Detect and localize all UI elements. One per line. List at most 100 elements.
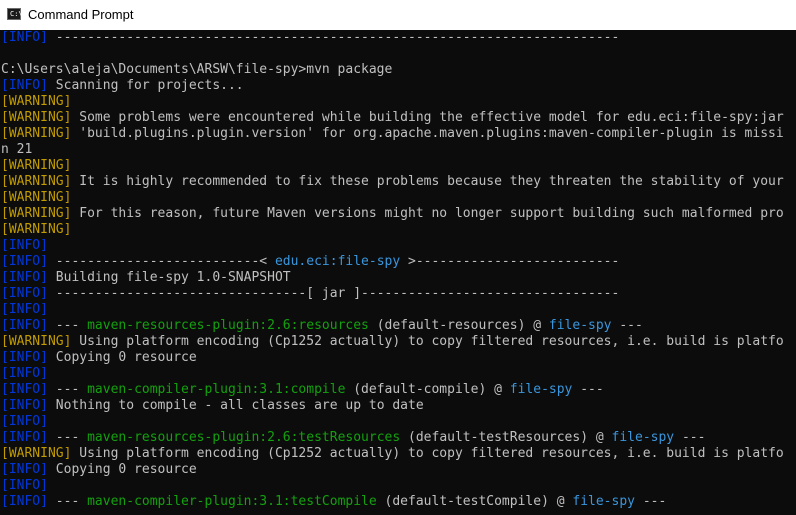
console-text-segment: ] xyxy=(40,238,48,253)
console-line: n 21 xyxy=(0,142,796,158)
console-text-segment: [ xyxy=(1,366,9,381)
console-text-segment: file-spy xyxy=(572,494,635,509)
console-line: C:\Users\aleja\Documents\ARSW\file-spy>m… xyxy=(0,62,796,78)
console-text-segment: ----------------------------------------… xyxy=(47,30,620,45)
console-text-segment: ] xyxy=(40,318,48,333)
console-text-segment: INFO xyxy=(8,430,41,445)
console-text-segment: [WARNING] xyxy=(1,222,72,237)
console-text-segment: ] xyxy=(40,350,48,365)
console-text-segment: [ xyxy=(1,286,9,301)
console-text-segment: [ xyxy=(1,398,9,413)
console-line: [WARNING] Some problems were encountered… xyxy=(0,110,796,126)
console-text-segment: ] xyxy=(40,286,48,301)
console-text-segment: INFO xyxy=(8,238,41,253)
console-text-segment: ] xyxy=(40,382,48,397)
console-text-segment: INFO xyxy=(8,78,41,93)
console-line: [INFO] Nothing to compile - all classes … xyxy=(0,398,796,414)
console-text-segment: ] xyxy=(40,366,48,381)
console-text-segment: --- xyxy=(635,494,667,509)
console-line: [INFO] Scanning for projects... xyxy=(0,78,796,94)
console-line: [INFO] xyxy=(0,366,796,382)
console-text-segment: maven-resources-plugin:2.6:testResources xyxy=(87,430,401,445)
console-text-segment: [ xyxy=(1,270,9,285)
console-text-segment: Building file-spy 1.0-SNAPSHOT xyxy=(47,270,291,285)
console-text-segment: (default-resources) @ xyxy=(368,318,549,333)
console-line: [WARNING] xyxy=(0,158,796,174)
console-text-segment: INFO xyxy=(8,414,41,429)
console-text-segment: --- xyxy=(47,318,88,333)
console-text-segment: [ xyxy=(1,382,9,397)
console-text-segment: ] xyxy=(40,430,48,445)
console-line: [WARNING] Using platform encoding (Cp125… xyxy=(0,334,796,350)
console-line: [INFO] xyxy=(0,414,796,430)
console-text-segment: 'build.plugins.plugin.version' for org.a… xyxy=(71,126,784,141)
console-text-segment: Using platform encoding (Cp1252 actually… xyxy=(71,334,784,349)
console-text-segment: [WARNING] xyxy=(1,158,72,173)
console-text-segment: (default-compile) @ xyxy=(345,382,510,397)
console-text-segment: (default-testCompile) @ xyxy=(376,494,573,509)
console-text-segment: Scanning for projects... xyxy=(47,78,244,93)
console-text-segment: [ xyxy=(1,414,9,429)
console-text-segment: Copying 0 resource xyxy=(47,462,197,477)
console-text-segment: --------------------------< xyxy=(47,254,275,269)
console-output[interactable]: [INFO] ---------------------------------… xyxy=(0,30,796,515)
console-text-segment: --- xyxy=(47,494,88,509)
console-text-segment: ] xyxy=(40,478,48,493)
console-text-segment: file-spy xyxy=(509,382,573,397)
console-text-segment: INFO xyxy=(8,318,41,333)
console-line: [WARNING] xyxy=(0,190,796,206)
console-text-segment: ] xyxy=(40,30,48,45)
console-text-segment: --- xyxy=(674,430,706,445)
console-text-segment: [ xyxy=(1,302,9,317)
console-line: [INFO] --- maven-resources-plugin:2.6:re… xyxy=(0,318,796,334)
console-text-segment: It is highly recommended to fix these pr… xyxy=(71,174,784,189)
console-line: [INFO] xyxy=(0,478,796,494)
console-text-segment: >-------------------------- xyxy=(400,254,620,269)
console-text-segment: ] xyxy=(40,270,48,285)
console-line: [WARNING] Using platform encoding (Cp125… xyxy=(0,446,796,462)
console-text-segment: ] xyxy=(40,462,48,477)
console-text-segment: INFO xyxy=(8,366,41,381)
console-text-segment: edu.eci:file-spy xyxy=(274,254,401,269)
console-line: [INFO] Copying 0 resource xyxy=(0,462,796,478)
console-line: [INFO] --- maven-compiler-plugin:3.1:com… xyxy=(0,382,796,398)
console-text-segment: ] xyxy=(40,398,48,413)
console-text-segment: ] xyxy=(40,254,48,269)
console-text-segment: --- xyxy=(611,318,643,333)
console-line: [WARNING] xyxy=(0,222,796,238)
console-text-segment: [WARNING] xyxy=(1,110,72,125)
console-text-segment: ] xyxy=(40,494,48,509)
console-line: [INFO] xyxy=(0,302,796,318)
console-text-segment: [ xyxy=(1,78,9,93)
console-text-segment: INFO xyxy=(8,462,41,477)
console-line: [WARNING] 'build.plugins.plugin.version'… xyxy=(0,126,796,142)
console-text-segment: [WARNING] xyxy=(1,190,72,205)
console-text-segment: INFO xyxy=(8,270,41,285)
console-text-segment: INFO xyxy=(8,254,41,269)
console-text-segment: [ xyxy=(1,254,9,269)
console-text-segment: --- xyxy=(47,382,88,397)
console-text-segment: --------------------------------[ jar ]-… xyxy=(47,286,620,301)
console-text-segment: [ xyxy=(1,318,9,333)
console-text-segment: INFO xyxy=(8,494,41,509)
console-line: [INFO] --------------------------------[… xyxy=(0,286,796,302)
console-text-segment: INFO xyxy=(8,286,41,301)
console-text-segment: [ xyxy=(1,430,9,445)
console-text-segment: file-spy xyxy=(548,318,612,333)
console-text-segment: [WARNING] xyxy=(1,446,72,461)
console-text-segment: INFO xyxy=(8,478,41,493)
console-line: [INFO] Copying 0 resource xyxy=(0,350,796,366)
console-line: [INFO] --- maven-compiler-plugin:3.1:tes… xyxy=(0,494,796,510)
console-text-segment: INFO xyxy=(8,30,41,45)
console-line: [INFO] --- maven-resources-plugin:2.6:te… xyxy=(0,430,796,446)
console-text-segment: INFO xyxy=(8,302,41,317)
console-text-segment: file-spy xyxy=(611,430,675,445)
console-line: [INFO] --------------------------< edu.e… xyxy=(0,254,796,270)
console-text-segment: --- xyxy=(47,430,88,445)
console-text-segment: [ xyxy=(1,462,9,477)
console-text-segment: ] xyxy=(40,302,48,317)
console-line: [WARNING] For this reason, future Maven … xyxy=(0,206,796,222)
cmd-console-icon[interactable]: C:\ xyxy=(7,8,23,20)
console-text-segment: [ xyxy=(1,494,9,509)
